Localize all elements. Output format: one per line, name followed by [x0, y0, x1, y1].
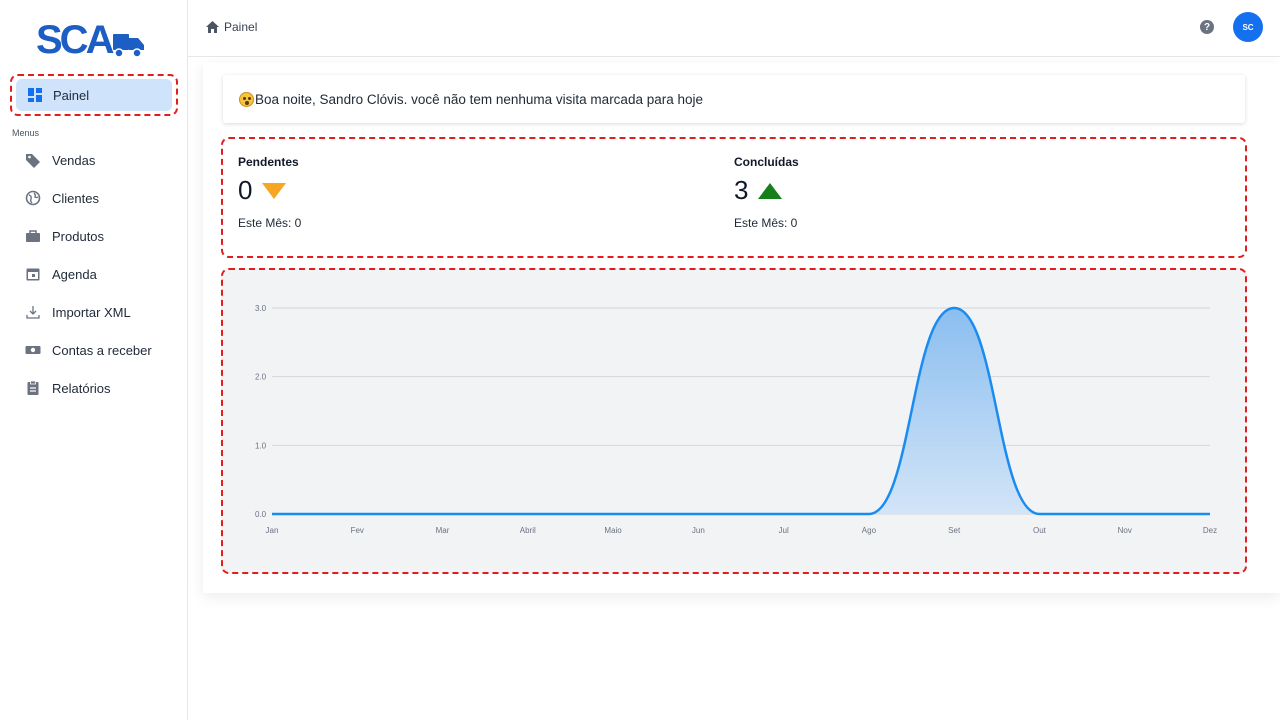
y-tick-label: 0.0 [255, 510, 267, 519]
calendar-icon [25, 266, 41, 282]
y-tick-label: 1.0 [255, 441, 267, 450]
dashboard-icon [28, 88, 42, 102]
greeting-banner: Boa noite, Sandro Clóvis. você não tem n… [223, 75, 1245, 123]
stat-month: Este Mês: 0 [734, 216, 798, 230]
shopping-bag-icon [25, 228, 41, 244]
sidebar-nav: Vendas Clientes Produtos Agenda Importar… [0, 141, 188, 407]
nav-active-highlight: Painel [10, 74, 178, 116]
stat-label: Pendentes [238, 155, 299, 169]
breadcrumb[interactable]: Painel [206, 20, 257, 34]
sidebar: SCA Painel Menus Vendas Clientes Produto… [0, 0, 188, 720]
x-tick-label: Jun [692, 526, 705, 535]
sidebar-item-label: Painel [53, 87, 90, 103]
sidebar-item-label: Vendas [52, 152, 96, 168]
sidebar-item-clientes[interactable]: Clientes [0, 179, 188, 217]
x-tick-label: Ago [862, 526, 877, 535]
clipboard-icon [25, 380, 41, 396]
area-chart: 0.0 1.0 2.0 3.0 Jan Fev Mar Abril Maio Jun Jul Ago S… [255, 304, 1217, 535]
topbar: Painel ? SC [188, 0, 1280, 57]
home-icon [206, 21, 219, 33]
y-tick-label: 3.0 [255, 304, 267, 313]
trend-down-icon [262, 182, 287, 199]
logo-text: SCA [36, 18, 114, 61]
sleepy-face-icon [239, 91, 254, 107]
sidebar-item-importar-xml[interactable]: Importar XML [0, 293, 188, 331]
x-tick-label: Nov [1118, 526, 1132, 535]
stat-month: Este Mês: 0 [238, 216, 302, 230]
x-tick-label: Fev [351, 526, 364, 535]
sidebar-item-agenda[interactable]: Agenda [0, 255, 188, 293]
avatar[interactable]: SC [1233, 12, 1263, 42]
stat-value-row: 0 [238, 175, 301, 206]
globe-icon [25, 190, 41, 206]
sidebar-item-vendas[interactable]: Vendas [0, 141, 188, 179]
x-tick-label: Dez [1203, 526, 1217, 535]
x-tick-label: Out [1033, 526, 1047, 535]
sidebar-item-label: Produtos [52, 228, 105, 244]
greeting-text: Boa noite, Sandro Clóvis. você não tem n… [255, 91, 704, 107]
sidebar-item-label: Agenda [52, 266, 97, 282]
stat-pending: Pendentes 0 Este Mês: 0 [238, 155, 301, 230]
trend-up-icon [758, 182, 783, 199]
sidebar-item-label: Importar XML [52, 304, 131, 320]
help-icon[interactable]: ? [1200, 20, 1214, 34]
stat-value-row: 3 [734, 175, 799, 206]
visits-stats: Pendentes 0 Este Mês: 0 Concluídas 3 Est… [221, 137, 1247, 258]
series-area [272, 308, 1210, 514]
truck-icon [113, 34, 144, 58]
stat-done: Concluídas 3 Este Mês: 0 [734, 155, 799, 230]
x-tick-label: Maio [604, 526, 622, 535]
sidebar-item-label: Contas a receber [52, 342, 152, 358]
sidebar-item-label: Relatórios [52, 380, 111, 396]
x-tick-label: Jul [779, 526, 789, 535]
y-tick-label: 2.0 [255, 373, 267, 382]
x-tick-label: Set [948, 526, 961, 535]
sidebar-item-contas-a-receber[interactable]: Contas a receber [0, 331, 188, 369]
visits-chart: 0.0 1.0 2.0 3.0 Jan Fev Mar Abril Maio Jun Jul Ago S… [221, 268, 1247, 574]
stat-value: 0 [238, 175, 253, 205]
x-tick-label: Mar [436, 526, 450, 535]
tag-icon [25, 152, 41, 168]
download-icon [25, 304, 41, 320]
sca-logo[interactable]: SCA [36, 17, 148, 61]
breadcrumb-label: Painel [224, 20, 258, 34]
sidebar-item-relatorios[interactable]: Relatórios [0, 369, 188, 407]
menus-section-label: Menus [12, 128, 40, 138]
stat-value: 3 [734, 175, 749, 205]
sidebar-item-produtos[interactable]: Produtos [0, 217, 188, 255]
x-tick-label: Jan [266, 526, 279, 535]
stat-label: Concluídas [734, 155, 799, 169]
series-line [272, 306, 1210, 516]
sidebar-item-label: Clientes [52, 190, 99, 206]
x-tick-label: Abril [520, 526, 536, 535]
money-icon [25, 342, 41, 358]
sidebar-item-painel[interactable]: Painel [16, 79, 172, 111]
